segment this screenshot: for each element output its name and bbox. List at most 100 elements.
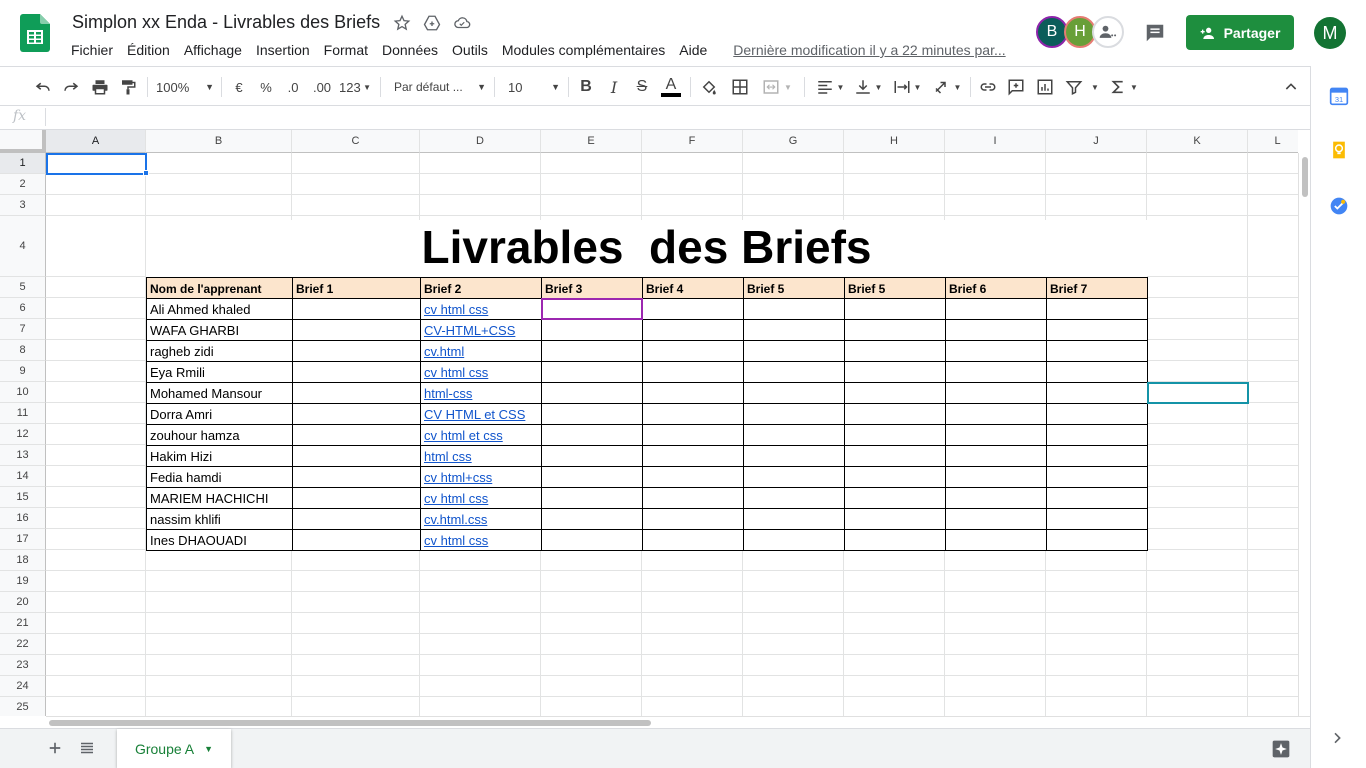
brief2-link[interactable]: cv html css bbox=[424, 365, 488, 380]
student-name-cell[interactable]: Hakim Hizi bbox=[146, 445, 293, 467]
cell[interactable] bbox=[1046, 676, 1147, 697]
row-header-17[interactable]: 17 bbox=[0, 529, 46, 550]
cell[interactable] bbox=[743, 550, 844, 571]
brief2-link[interactable]: CV HTML et CSS bbox=[424, 407, 525, 422]
cell[interactable] bbox=[1248, 634, 1298, 655]
cell[interactable] bbox=[743, 592, 844, 613]
table-cell[interactable] bbox=[541, 382, 643, 404]
table-cell[interactable] bbox=[292, 361, 421, 383]
table-cell[interactable] bbox=[945, 382, 1047, 404]
cell[interactable] bbox=[1147, 487, 1248, 508]
table-cell[interactable] bbox=[844, 466, 946, 488]
table-header-cell[interactable]: Nom de l'apprenant bbox=[146, 277, 293, 299]
table-cell[interactable] bbox=[743, 298, 845, 320]
insert-comment-icon[interactable] bbox=[1005, 75, 1027, 99]
cell[interactable] bbox=[46, 592, 146, 613]
student-name-cell[interactable]: Ines DHAOUADI bbox=[146, 529, 293, 551]
cell[interactable] bbox=[945, 655, 1046, 676]
table-cell[interactable] bbox=[844, 361, 946, 383]
cell[interactable] bbox=[46, 697, 146, 716]
brief2-link[interactable]: CV-HTML+CSS bbox=[424, 323, 515, 338]
cell[interactable] bbox=[1147, 592, 1248, 613]
table-cell[interactable] bbox=[743, 508, 845, 530]
cell[interactable] bbox=[46, 319, 146, 340]
cell[interactable] bbox=[1147, 697, 1248, 716]
cell[interactable] bbox=[46, 277, 146, 298]
cell[interactable] bbox=[1147, 174, 1248, 195]
cell[interactable] bbox=[46, 613, 146, 634]
strikethrough-button[interactable]: S bbox=[632, 75, 652, 99]
table-cell[interactable] bbox=[945, 403, 1047, 425]
cell[interactable] bbox=[46, 445, 146, 466]
cell[interactable] bbox=[743, 174, 844, 195]
cell[interactable] bbox=[46, 529, 146, 550]
row-header-8[interactable]: 8 bbox=[0, 340, 46, 361]
cell[interactable] bbox=[46, 634, 146, 655]
table-header-cell[interactable]: Brief 5 bbox=[743, 277, 845, 299]
table-cell[interactable] bbox=[1046, 445, 1148, 467]
table-cell[interactable] bbox=[945, 298, 1047, 320]
cell[interactable] bbox=[743, 613, 844, 634]
cell[interactable] bbox=[1248, 153, 1298, 174]
row-header-1[interactable]: 1 bbox=[0, 153, 46, 174]
cell[interactable] bbox=[1147, 508, 1248, 529]
table-cell[interactable] bbox=[541, 508, 643, 530]
cell[interactable] bbox=[642, 550, 743, 571]
brief2-cell[interactable]: cv html+css bbox=[420, 466, 542, 488]
table-cell[interactable] bbox=[1046, 382, 1148, 404]
cell[interactable] bbox=[46, 508, 146, 529]
cell[interactable] bbox=[420, 195, 541, 216]
table-cell[interactable] bbox=[292, 487, 421, 509]
row-header-4[interactable]: 4 bbox=[0, 216, 46, 277]
cell[interactable] bbox=[945, 676, 1046, 697]
table-cell[interactable] bbox=[642, 382, 744, 404]
cell[interactable] bbox=[844, 571, 945, 592]
cell[interactable] bbox=[743, 571, 844, 592]
cell[interactable] bbox=[642, 195, 743, 216]
table-cell[interactable] bbox=[1046, 319, 1148, 341]
table-cell[interactable] bbox=[541, 487, 643, 509]
zoom-select[interactable]: 100% ▼ bbox=[156, 75, 214, 99]
cell[interactable] bbox=[46, 550, 146, 571]
table-cell[interactable] bbox=[844, 487, 946, 509]
cell[interactable] bbox=[541, 613, 642, 634]
cell[interactable] bbox=[146, 613, 292, 634]
cell[interactable] bbox=[1147, 340, 1248, 361]
table-cell[interactable] bbox=[541, 319, 643, 341]
table-cell[interactable] bbox=[1046, 361, 1148, 383]
cell[interactable] bbox=[1046, 697, 1147, 716]
table-cell[interactable] bbox=[642, 340, 744, 362]
table-cell[interactable] bbox=[292, 382, 421, 404]
menu-aide[interactable]: Aide bbox=[672, 42, 714, 58]
cell[interactable] bbox=[292, 571, 420, 592]
cell[interactable] bbox=[642, 697, 743, 716]
table-cell[interactable] bbox=[292, 508, 421, 530]
cell[interactable] bbox=[1248, 298, 1298, 319]
brief2-link[interactable]: cv html+css bbox=[424, 470, 492, 485]
brief2-cell[interactable]: cv.html bbox=[420, 340, 542, 362]
fill-color-icon[interactable] bbox=[698, 75, 720, 99]
cell[interactable] bbox=[1248, 216, 1298, 277]
bold-button[interactable]: B bbox=[576, 75, 596, 99]
more-collaborators-icon[interactable] bbox=[1092, 16, 1124, 48]
cell[interactable] bbox=[1046, 153, 1147, 174]
cell[interactable] bbox=[1248, 445, 1298, 466]
cell[interactable] bbox=[541, 697, 642, 716]
cell[interactable] bbox=[844, 697, 945, 716]
table-cell[interactable] bbox=[642, 403, 744, 425]
cell[interactable] bbox=[46, 195, 146, 216]
cell[interactable] bbox=[642, 634, 743, 655]
cell[interactable] bbox=[292, 174, 420, 195]
column-header-i[interactable]: I bbox=[945, 130, 1046, 153]
cell[interactable] bbox=[1046, 195, 1147, 216]
table-header-cell[interactable]: Brief 1 bbox=[292, 277, 421, 299]
cell[interactable] bbox=[541, 655, 642, 676]
vertical-scroll-thumb[interactable] bbox=[1302, 157, 1308, 197]
student-name-cell[interactable]: MARIEM HACHICHI bbox=[146, 487, 293, 509]
menu-outils[interactable]: Outils bbox=[445, 42, 495, 58]
cell[interactable] bbox=[844, 550, 945, 571]
cell[interactable] bbox=[1147, 466, 1248, 487]
star-icon[interactable] bbox=[392, 13, 412, 33]
table-cell[interactable] bbox=[1046, 340, 1148, 362]
cell[interactable] bbox=[945, 592, 1046, 613]
